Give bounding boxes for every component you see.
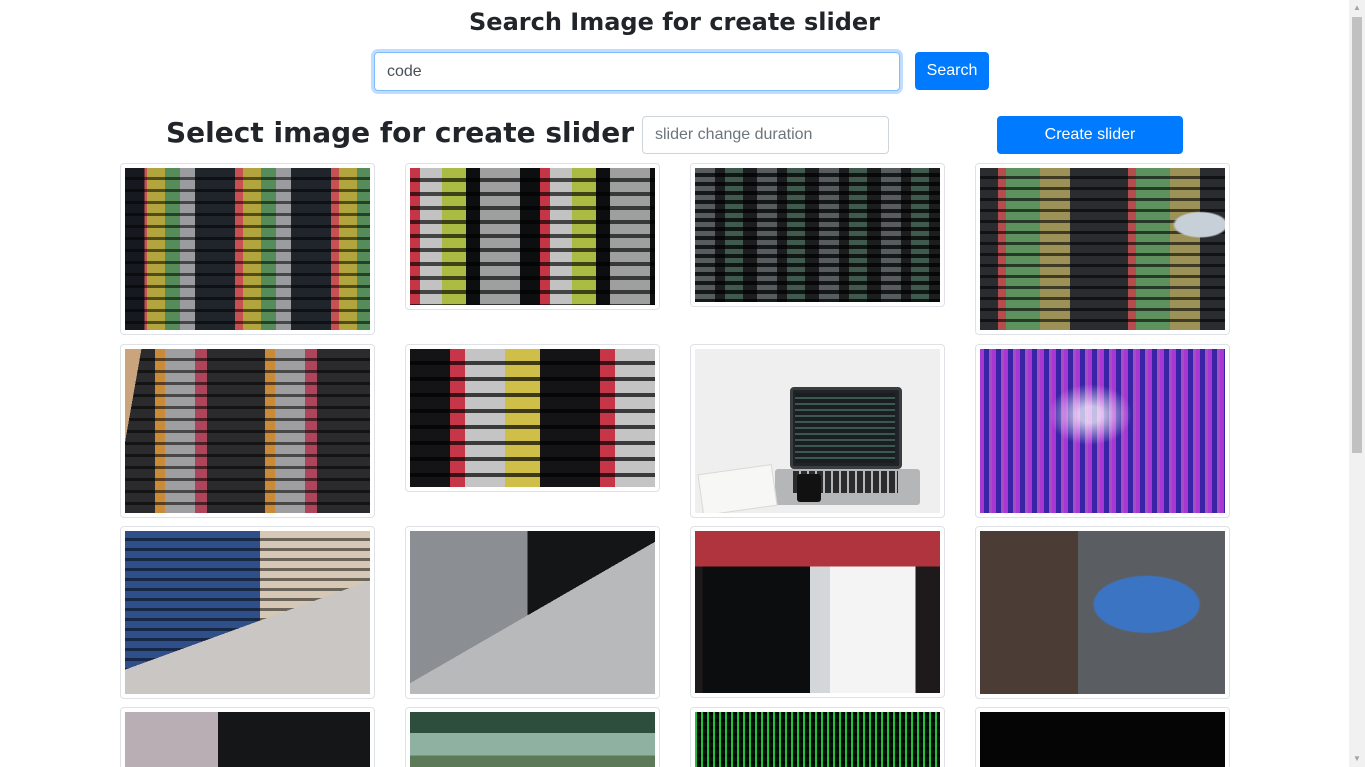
create-slider-button[interactable]: Create slider	[997, 116, 1183, 154]
page: Search Image for create slider Search Se…	[0, 0, 1349, 767]
image-thumbnail[interactable]	[690, 707, 945, 767]
vertical-scrollbar[interactable]: ▲ ▼	[1349, 0, 1365, 767]
image-thumbnail[interactable]	[690, 344, 945, 518]
code-image	[980, 168, 1225, 330]
code-image	[125, 349, 370, 513]
abstract-code-image	[980, 349, 1225, 513]
person-laptop-image	[980, 531, 1225, 694]
image-thumbnail[interactable]	[975, 163, 1230, 335]
nature-image	[410, 712, 655, 767]
image-thumbnail[interactable]	[690, 526, 945, 698]
dark-image	[980, 712, 1225, 767]
image-thumbnail[interactable]	[405, 526, 660, 699]
monitor-desk-image	[695, 531, 940, 693]
image-thumbnail[interactable]	[975, 344, 1230, 518]
scroll-up-icon[interactable]: ▲	[1349, 0, 1365, 16]
code-image	[695, 168, 940, 302]
image-thumbnail[interactable]	[405, 163, 660, 310]
code-image	[410, 349, 655, 487]
slider-duration-input[interactable]	[642, 116, 889, 154]
matrix-code-image	[695, 712, 940, 767]
scrollbar-thumb[interactable]	[1352, 17, 1362, 453]
image-thumbnail[interactable]	[690, 163, 945, 307]
image-thumbnail[interactable]	[120, 344, 375, 518]
image-thumbnail[interactable]	[120, 526, 375, 699]
laptop-image	[125, 531, 370, 694]
search-input[interactable]	[374, 52, 900, 91]
code-image	[410, 168, 655, 305]
scroll-down-icon[interactable]: ▼	[1349, 751, 1365, 767]
search-button[interactable]: Search	[915, 52, 989, 90]
laptop-image	[125, 712, 370, 767]
image-thumbnail[interactable]	[405, 707, 660, 767]
image-thumbnail[interactable]	[975, 526, 1230, 699]
code-image	[125, 168, 370, 330]
image-thumbnail[interactable]	[120, 707, 375, 767]
image-thumbnail[interactable]	[120, 163, 375, 335]
search-title: Search Image for create slider	[469, 8, 880, 36]
image-thumbnail[interactable]	[405, 344, 660, 492]
laptop-desk-image	[695, 349, 940, 513]
laptop-image	[410, 531, 655, 694]
image-thumbnail[interactable]	[975, 707, 1230, 767]
select-image-title: Select image for create slider	[166, 116, 635, 149]
